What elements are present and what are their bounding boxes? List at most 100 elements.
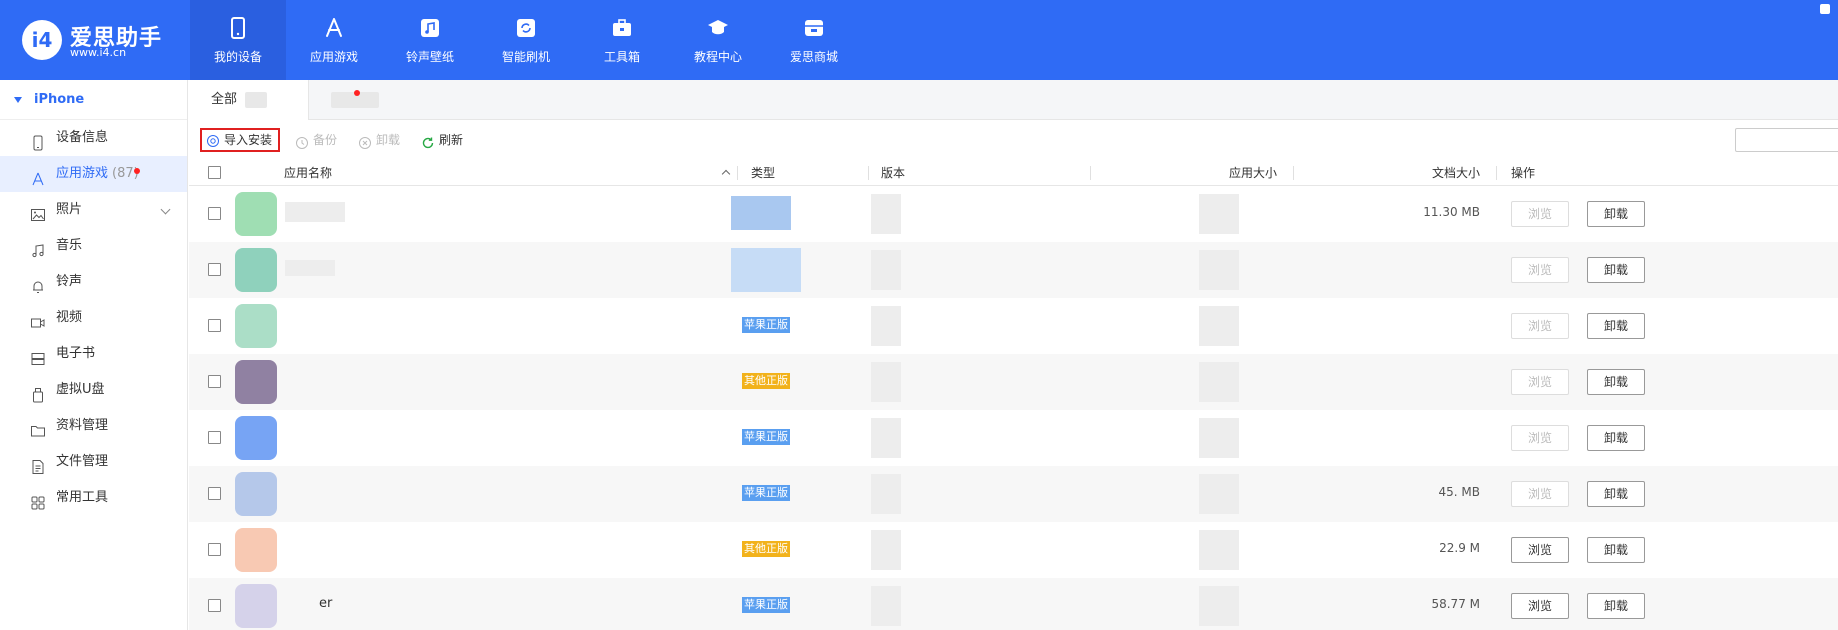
sidebar-item-data-management[interactable]: 资料管理 [0,408,187,444]
browse-button[interactable]: 浏览 [1511,481,1569,507]
nav-item-toolbox[interactable]: 工具箱 [574,0,670,80]
backup-button[interactable]: 备份 [291,128,343,152]
notification-dot [354,90,360,96]
device-header[interactable]: iPhone [0,80,187,120]
import-install-button[interactable]: 导入安装 [200,128,281,152]
sidebar-item-apps[interactable]: 应用游戏 (87) [0,156,187,192]
table-row[interactable]: 苹果正版 浏览 卸载 [189,410,1838,466]
app-store-icon [322,16,346,40]
app-icon [235,416,277,460]
type-badge: 苹果正版 [742,429,790,445]
notification-dot [134,168,140,174]
doc-size: 11.30 MB [1423,205,1480,219]
nav-item-tutorials[interactable]: 教程中心 [670,0,766,80]
sidebar-item-label: 文件管理 [56,454,109,469]
uninstall-toolbar-button[interactable]: 卸载 [354,128,406,152]
redacted-version [871,194,901,234]
toolbox-icon [610,16,634,40]
header-type[interactable]: 类型 [751,160,775,186]
type-badge: 其他正版 [742,541,790,557]
nav-item-flash[interactable]: 智能刷机 [478,0,574,80]
select-all-checkbox[interactable] [208,166,221,179]
browse-button[interactable]: 浏览 [1511,537,1569,563]
redacted-version [871,250,901,290]
sidebar-item-usb-drive[interactable]: 虚拟U盘 [0,372,187,408]
refresh-button[interactable]: 刷新 [417,128,469,152]
redacted-count [245,91,268,108]
row-checkbox[interactable] [208,543,221,556]
search-input[interactable] [1735,128,1838,152]
import-icon [206,134,220,148]
browse-button[interactable]: 浏览 [1511,425,1569,451]
table-row[interactable]: 苹果正版 45. MB 浏览 卸载 [189,466,1838,522]
column-divider [1293,166,1294,180]
uninstall-button[interactable]: 卸载 [1587,201,1645,227]
logo-mark: i4 [22,20,62,60]
nav-item-shop[interactable]: 爱思商城 [766,0,862,80]
table-row[interactable]: 其他正版 22.9 M 浏览 卸载 [189,522,1838,578]
nav-item-my-device[interactable]: 我的设备 [190,0,286,80]
doc-size: 58.77 M [1431,597,1480,611]
redacted-app-size [1199,194,1239,234]
sidebar-item-photos[interactable]: 照片 [0,192,187,228]
sort-asc-icon[interactable] [721,169,731,179]
sidebar-item-file-management[interactable]: 文件管理 [0,444,187,480]
uninstall-button[interactable]: 卸载 [1587,481,1645,507]
app-icon [235,472,277,516]
browse-button[interactable]: 浏览 [1511,369,1569,395]
uninstall-button[interactable]: 卸载 [1587,593,1645,619]
column-divider [868,166,869,180]
table-row[interactable]: 其他正版 浏览 卸载 [189,354,1838,410]
caret-down-icon [14,96,22,103]
row-checkbox[interactable] [208,599,221,612]
header-app-size[interactable]: 应用大小 [1229,160,1277,186]
nav-label: 工具箱 [603,50,640,64]
row-checkbox[interactable] [208,375,221,388]
header-name[interactable]: 应用名称 [284,160,332,186]
refresh-label: 刷新 [439,133,464,147]
graduation-cap-icon [706,16,730,40]
uninstall-button[interactable]: 卸载 [1587,313,1645,339]
tab-all[interactable]: 全部 [189,80,309,120]
table-row[interactable]: 11.30 MB 浏览 卸载 [189,186,1838,242]
doc-size: 45. MB [1438,485,1480,499]
row-checkbox[interactable] [208,319,221,332]
browse-button[interactable]: 浏览 [1511,593,1569,619]
window-menu-icon[interactable] [1820,4,1830,14]
uninstall-button[interactable]: 卸载 [1587,369,1645,395]
music-icon [418,16,442,40]
redacted-app-name [285,202,345,222]
sidebar-item-ringtones[interactable]: 铃声 [0,264,187,300]
sidebar-item-tools[interactable]: 常用工具 [0,480,187,516]
uninstall-button[interactable]: 卸载 [1587,257,1645,283]
header-doc-size[interactable]: 文档大小 [1432,160,1480,186]
table-row[interactable]: er 苹果正版 58.77 M 浏览 卸载 [189,578,1838,630]
sidebar-item-music[interactable]: 音乐 [0,228,187,264]
browse-button[interactable]: 浏览 [1511,257,1569,283]
table-row[interactable]: 苹果正版 浏览 卸载 [189,298,1838,354]
uninstall-button[interactable]: 卸载 [1587,425,1645,451]
chevron-down-icon[interactable] [160,204,171,215]
header-version[interactable]: 版本 [881,160,905,186]
row-checkbox[interactable] [208,487,221,500]
redacted-version [871,306,901,346]
refresh-box-icon [514,16,538,40]
nav-item-apps[interactable]: 应用游戏 [286,0,382,80]
browse-button[interactable]: 浏览 [1511,201,1569,227]
sidebar-item-videos[interactable]: 视频 [0,300,187,336]
row-checkbox[interactable] [208,207,221,220]
row-checkbox[interactable] [208,431,221,444]
sidebar-item-device-info[interactable]: 设备信息 [0,120,187,156]
column-divider [1090,166,1091,180]
sidebar-item-label: 音乐 [56,238,83,253]
sidebar-item-ebooks[interactable]: 电子书 [0,336,187,372]
uninstall-button[interactable]: 卸载 [1587,537,1645,563]
nav-label: 智能刷机 [501,50,550,64]
row-checkbox[interactable] [208,263,221,276]
app-icon [235,360,277,404]
browse-button[interactable]: 浏览 [1511,313,1569,339]
table-row[interactable]: 浏览 卸载 [189,242,1838,298]
tab-other[interactable] [309,80,379,120]
table-header: 应用名称 类型 版本 应用大小 文档大小 操作 [189,160,1838,186]
nav-item-ringtones[interactable]: 铃声壁纸 [382,0,478,80]
